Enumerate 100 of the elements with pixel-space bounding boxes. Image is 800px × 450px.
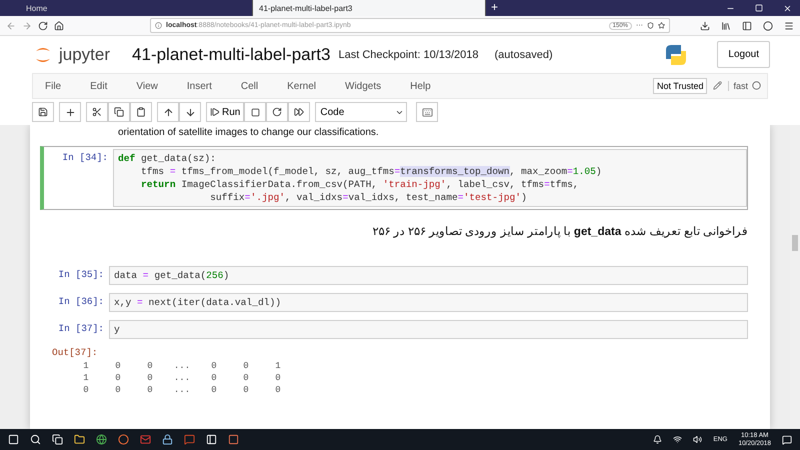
new-tab-button[interactable]: + <box>491 0 498 16</box>
menu-item[interactable]: Widgets <box>345 80 382 92</box>
window-icon[interactable] <box>206 434 217 445</box>
menu-item[interactable]: Help <box>410 80 431 92</box>
output-value: 0 <box>82 384 90 396</box>
output-value: 0 <box>274 384 282 396</box>
trust-status[interactable]: Not Trusted <box>652 78 708 94</box>
code-input[interactable]: data = get_data(256) <box>109 266 748 285</box>
menu-item[interactable]: Cell <box>240 80 258 92</box>
menu-item[interactable]: File <box>45 80 62 92</box>
output-value: ... <box>172 360 192 372</box>
search-icon[interactable] <box>30 434 41 445</box>
menu-item[interactable]: View <box>136 80 158 92</box>
back-icon[interactable] <box>6 20 16 30</box>
keyboard-button[interactable] <box>416 102 438 122</box>
maximize-icon[interactable] <box>755 4 763 12</box>
reload-icon[interactable] <box>38 20 48 30</box>
output-value: 0 <box>210 372 218 384</box>
mail-icon[interactable] <box>140 434 151 445</box>
stop-icon <box>250 108 260 116</box>
kernel-idle-icon[interactable] <box>752 81 761 90</box>
code-line: def get_data(sz): <box>118 152 217 165</box>
home-icon[interactable] <box>54 20 64 30</box>
output-value: 0 <box>114 360 122 372</box>
paste-button[interactable] <box>130 102 152 122</box>
copy-icon <box>114 107 124 117</box>
move-up-button[interactable] <box>157 102 179 122</box>
lock-icon[interactable] <box>162 434 173 445</box>
run-all-button[interactable] <box>288 102 310 122</box>
plus-icon <box>64 106 76 118</box>
menu-icon[interactable] <box>784 20 794 30</box>
browser-tab[interactable]: 41-planet-multi-label-part3 <box>253 0 486 16</box>
copy-button[interactable] <box>108 102 130 122</box>
python-logo-icon <box>665 44 688 66</box>
fast-forward-icon <box>294 107 304 117</box>
restart-icon <box>272 107 282 117</box>
restart-button[interactable] <box>266 102 288 122</box>
menu-item[interactable]: Edit <box>90 80 108 92</box>
stop-button[interactable] <box>244 102 266 122</box>
chat-icon[interactable] <box>184 434 195 445</box>
code-line: data = get_data(256) <box>114 269 230 282</box>
output-value: 0 <box>242 360 250 372</box>
input-prompt: In [36]: <box>57 295 105 309</box>
sidebar-icon[interactable] <box>742 20 752 30</box>
scissors-icon <box>92 107 102 117</box>
autosave-status: (autosaved) <box>494 48 553 60</box>
arrow-down-icon <box>184 106 196 118</box>
browser-icon[interactable] <box>118 434 129 445</box>
globe-icon[interactable] <box>96 434 107 445</box>
volume-icon[interactable] <box>693 435 702 444</box>
keyboard-icon <box>422 106 433 118</box>
shield-icon[interactable] <box>647 22 654 29</box>
output-value: 0 <box>114 372 122 384</box>
code-input[interactable]: x,y = next(iter(data.val_dl)) <box>109 293 748 312</box>
close-icon[interactable] <box>783 4 792 12</box>
notebook-title[interactable]: 41-planet-multi-label-part3 <box>132 44 330 64</box>
download-icon[interactable] <box>700 20 710 30</box>
code-input[interactable]: y <box>109 320 748 339</box>
jupyter-wordmark: jupyter <box>59 44 110 64</box>
task-view-icon[interactable] <box>52 434 63 445</box>
folder-icon[interactable] <box>74 434 85 445</box>
output-value: 0 <box>274 372 282 384</box>
output-value: 0 <box>242 372 250 384</box>
output-value: 1 <box>82 372 90 384</box>
menu-item[interactable]: Insert <box>186 80 212 92</box>
output-value: ... <box>172 372 192 384</box>
insert-cell-button[interactable] <box>59 102 81 122</box>
output-value: ... <box>172 384 192 396</box>
start-icon[interactable] <box>8 434 19 445</box>
forward-icon[interactable] <box>22 20 32 30</box>
output-value: 0 <box>210 360 218 372</box>
library-icon[interactable] <box>721 20 731 30</box>
arrow-up-icon <box>162 106 174 118</box>
account-icon[interactable] <box>763 20 773 30</box>
input-prompt: In [37]: <box>57 322 105 336</box>
action-center-icon[interactable] <box>782 434 792 444</box>
cell-type-dropdown[interactable]: Code <box>315 102 408 122</box>
output-value: 0 <box>114 384 122 396</box>
pencil-icon[interactable] <box>713 81 722 90</box>
output-value: 0 <box>146 372 154 384</box>
code-line: return ImageClassifierData.from_csv(PATH, 'train-jpg', label_csv, tfms=tfms, <box>140 178 580 191</box>
network-icon[interactable] <box>673 435 682 444</box>
app-icon[interactable] <box>228 434 239 445</box>
output-value: 1 <box>82 360 90 372</box>
move-down-button[interactable] <box>179 102 201 122</box>
run-button[interactable]: Run <box>206 102 244 122</box>
logout-button[interactable]: Logout <box>717 41 770 68</box>
output-value: 0 <box>146 360 154 372</box>
menu-item[interactable]: Kernel <box>287 80 316 92</box>
input-prompt: In [35]: <box>57 268 105 282</box>
save-button[interactable] <box>32 102 54 122</box>
star-icon[interactable] <box>658 22 665 29</box>
code-input[interactable] <box>113 149 747 207</box>
step-forward-icon <box>210 107 220 117</box>
cut-button[interactable] <box>86 102 108 122</box>
notification-icon[interactable] <box>653 434 662 444</box>
input-prompt: In [34]: <box>61 151 109 165</box>
scrollbar-thumb[interactable] <box>792 235 798 251</box>
markdown-text: orientation of satellite images to change our classifications. <box>117 127 380 138</box>
code-line: tfms = tfms_from_model(f_model, sz, aug_tfms=transforms_top_down, max_zoom=1.05) <box>140 165 603 178</box>
